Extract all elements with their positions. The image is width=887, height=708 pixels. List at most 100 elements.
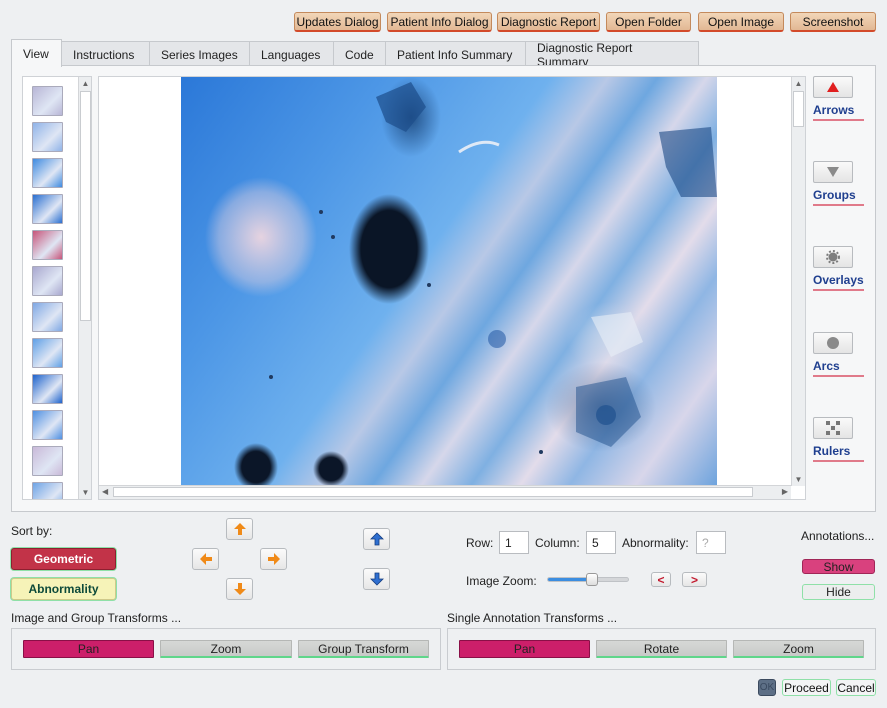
arrow-right-icon [267,553,280,565]
thumbnail[interactable] [32,230,63,260]
rulers-label: Rulers [813,444,864,462]
proceed-button[interactable]: Proceed [782,679,831,696]
show-annotations-button[interactable]: Show [802,559,875,574]
tab-series-images[interactable]: Series Images [149,41,250,67]
zoom-slider-handle[interactable] [586,573,598,586]
abnormality-label: Abnormality: [622,536,689,550]
viewer-vertical-scrollbar[interactable]: ▲ ▼ [791,77,805,486]
thumbnail-scrollbar[interactable]: ▲ ▼ [78,77,91,499]
annotation-rotate-button[interactable]: Rotate [596,640,727,658]
zoom-out-icon: < [657,572,665,587]
screenshot-button[interactable]: Screenshot [790,12,876,32]
viewer-scroll-down-icon[interactable]: ▼ [792,475,805,484]
annotation-zoom-button[interactable]: Zoom [733,640,864,658]
thumbnail-list[interactable]: ▲ ▼ [22,76,92,500]
ruler-grid-icon [826,421,840,435]
zoom-slider-track[interactable] [547,573,629,586]
thumbnail[interactable] [32,122,63,152]
microscopy-image[interactable] [181,77,717,486]
tab-view[interactable]: View [11,39,62,67]
zoom-out-button[interactable]: < [651,572,671,587]
thumbnail[interactable] [32,338,63,368]
scroll-thumb[interactable] [80,91,91,321]
hide-annotations-button[interactable]: Hide [802,584,875,600]
viewer-hscroll-thumb[interactable] [113,487,753,497]
image-viewer[interactable]: ▲ ▼ ◀ ▶ [98,76,806,500]
blue-arrow-down-icon [369,572,384,586]
pan-right-button[interactable] [260,548,287,570]
rulers-button[interactable] [813,417,853,439]
overlays-label: Overlays [813,273,864,291]
image-transforms-group: Pan Zoom Group Transform [11,628,441,670]
previous-image-button[interactable] [363,528,390,550]
sort-geometric-button[interactable]: Geometric [11,548,116,570]
arcs-label: Arcs [813,359,864,377]
pan-left-button[interactable] [192,548,219,570]
thumbnail[interactable] [32,86,63,116]
patient-info-dialog-button[interactable]: Patient Info Dialog [387,12,492,32]
sort-abnormality-button[interactable]: Abnormality [11,578,116,600]
viewer-vscroll-thumb[interactable] [793,91,804,127]
abnormality-input[interactable] [696,531,726,554]
thumbnail[interactable] [32,446,63,476]
tab-instructions[interactable]: Instructions [61,41,150,67]
pan-down-button[interactable] [226,578,253,600]
groups-label: Groups [813,188,864,206]
annotation-pan-button[interactable]: Pan [459,640,590,658]
diagnostic-report-button[interactable]: Diagnostic Report [497,12,600,32]
open-folder-button[interactable]: Open Folder [606,12,691,32]
open-image-button[interactable]: Open Image [698,12,784,32]
single-transforms-title: Single Annotation Transforms ... [447,611,618,625]
row-input[interactable] [499,531,529,554]
arcs-tool[interactable]: Arcs [813,332,865,377]
thumbnail[interactable] [32,410,63,440]
thumbnail[interactable] [32,374,63,404]
row-label: Row: [466,536,494,550]
zoom-in-button[interactable]: > [682,572,707,587]
column-input[interactable] [586,531,616,554]
viewer-scroll-left-icon[interactable]: ◀ [102,487,108,496]
blue-arrow-up-icon [369,532,384,546]
gear-icon [826,250,840,264]
triangle-down-icon [827,167,839,177]
scroll-up-icon[interactable]: ▲ [79,79,91,88]
annotations-label: Annotations... [801,529,875,543]
ok-button[interactable]: OK [758,679,776,696]
overlays-button[interactable] [813,246,853,268]
zoom-in-icon: > [690,572,698,587]
next-image-button[interactable] [363,568,390,590]
viewer-horizontal-scrollbar[interactable]: ◀ ▶ [99,485,791,499]
thumbnail[interactable] [32,194,63,224]
arrow-down-icon [233,583,246,595]
image-transforms-title: Image and Group Transforms ... [11,611,182,625]
arrows-button[interactable] [813,76,853,98]
thumbnail[interactable] [32,266,63,296]
overlays-tool[interactable]: Overlays [813,246,865,291]
cell-features [269,82,717,454]
tab-patient-info-summary[interactable]: Patient Info Summary [385,41,526,67]
groups-tool[interactable]: Groups [813,161,865,206]
pan-up-button[interactable] [226,518,253,540]
tab-diagnostic-report-summary[interactable]: Diagnostic Report Summary [525,41,699,69]
viewer-scroll-right-icon[interactable]: ▶ [782,487,788,496]
thumbnail[interactable] [32,482,63,499]
viewer-scroll-up-icon[interactable]: ▲ [792,79,805,88]
rulers-tool[interactable]: Rulers [813,417,865,462]
updates-dialog-button[interactable]: Updates Dialog [294,12,381,32]
thumbnail[interactable] [32,158,63,188]
image-pan-button[interactable]: Pan [23,640,154,658]
arcs-button[interactable] [813,332,853,354]
circle-icon [827,337,839,349]
cancel-button[interactable]: Cancel [836,679,876,696]
red-triangle-icon [827,82,839,92]
image-zoom-label: Image Zoom: [466,574,537,588]
group-transform-button[interactable]: Group Transform [298,640,429,658]
tab-code[interactable]: Code [333,41,386,67]
image-zoom-button[interactable]: Zoom [160,640,292,658]
thumbnail[interactable] [32,302,63,332]
sort-by-label: Sort by: [11,524,53,538]
tab-languages[interactable]: Languages [249,41,334,67]
scroll-down-icon[interactable]: ▼ [79,488,91,497]
arrows-tool[interactable]: Arrows [813,76,865,121]
groups-button[interactable] [813,161,853,183]
